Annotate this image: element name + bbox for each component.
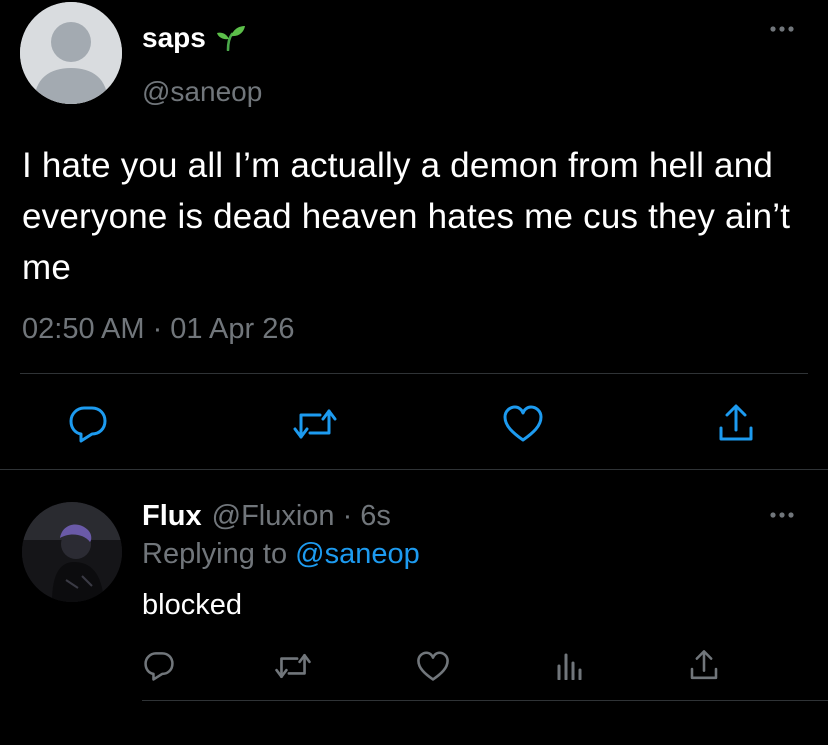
retweet-icon [275, 653, 311, 679]
separator: · [342, 500, 353, 532]
reply-icon [144, 652, 174, 681]
author-handle[interactable]: @saneop [142, 76, 262, 108]
tweet-timestamp[interactable]: 02:50 AM · 01 Apr 26 [22, 313, 294, 346]
retweet-button[interactable] [272, 648, 314, 684]
reply-button[interactable] [66, 402, 110, 446]
reply-button[interactable] [141, 648, 177, 684]
replying-to: Replying to @saneop [142, 538, 420, 571]
reply-author-handle[interactable]: @Fluxion [212, 500, 335, 533]
more-options-icon[interactable] [767, 510, 797, 520]
retweet-button[interactable] [290, 402, 340, 446]
analytics-icon [557, 653, 582, 680]
divider [142, 700, 828, 701]
default-avatar-icon [20, 2, 122, 104]
share-icon [719, 404, 753, 441]
reply-time[interactable]: 6s [360, 500, 391, 533]
more-options-icon[interactable] [767, 24, 797, 34]
like-button[interactable] [500, 402, 546, 446]
seedling-icon [216, 25, 246, 51]
profile-photo-icon [22, 502, 122, 602]
divider [0, 469, 828, 470]
reply-header: Flux @Fluxion · 6s [142, 500, 391, 533]
like-icon [417, 650, 449, 681]
avatar[interactable] [22, 502, 122, 602]
tweet-text: I hate you all I’m actually a demon from… [22, 146, 791, 287]
analytics-button[interactable] [552, 648, 586, 684]
retweet-icon [293, 409, 337, 439]
author-name[interactable]: saps [142, 22, 206, 54]
divider [20, 373, 808, 374]
reply-author-name[interactable]: Flux [142, 500, 202, 533]
like-icon [503, 405, 543, 442]
share-button[interactable] [686, 646, 722, 684]
reply-text: blocked [142, 589, 242, 621]
share-icon [690, 650, 718, 680]
avatar[interactable] [20, 2, 122, 104]
replying-to-handle[interactable]: @saneop [295, 538, 420, 570]
like-button[interactable] [414, 648, 452, 684]
replying-prefix: Replying to [142, 538, 288, 570]
reply-icon [69, 406, 107, 443]
share-button[interactable] [714, 400, 758, 446]
author-name-main[interactable]: saps [142, 22, 246, 54]
